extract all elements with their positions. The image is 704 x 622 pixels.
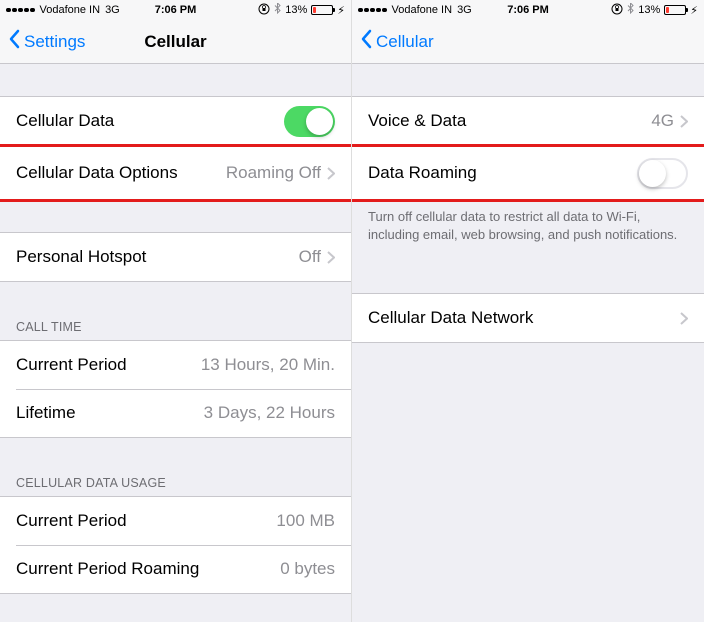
navigation-bar: Settings Cellular xyxy=(0,20,351,64)
usage-period-label: Current Period xyxy=(16,511,276,531)
navigation-bar: Cellular xyxy=(352,20,704,64)
signal-dots-icon xyxy=(6,8,35,13)
voice-data-row[interactable]: Voice & Data 4G xyxy=(352,97,704,145)
back-label: Settings xyxy=(24,32,85,52)
charging-icon: ⚡︎ xyxy=(690,4,698,17)
roaming-footer-text: Turn off cellular data to restrict all d… xyxy=(352,200,704,243)
screen-cellular: Vodafone IN 3G 7:06 PM 13% ⚡︎ Settings C… xyxy=(0,0,352,622)
personal-hotspot-value: Off xyxy=(299,247,321,267)
battery-pct-label: 13% xyxy=(638,4,660,16)
bluetooth-icon xyxy=(274,3,281,17)
chevron-left-icon xyxy=(360,29,372,54)
clock-label: 7:06 PM xyxy=(155,4,197,16)
carrier-label: Vodafone IN xyxy=(392,4,453,16)
lifetime-row: Lifetime 3 Days, 22 Hours xyxy=(0,389,351,437)
cellular-data-options-label: Cellular Data Options xyxy=(16,163,226,183)
chevron-right-icon xyxy=(327,251,335,264)
cellular-data-toggle[interactable] xyxy=(284,106,335,137)
data-usage-header: CELLULAR DATA USAGE xyxy=(0,470,351,496)
signal-dots-icon xyxy=(358,8,387,13)
carrier-label: Vodafone IN xyxy=(40,4,101,16)
bluetooth-icon xyxy=(627,3,634,17)
voice-data-value: 4G xyxy=(651,111,674,131)
highlight-box: Data Roaming xyxy=(352,146,704,200)
usage-period-value: 100 MB xyxy=(276,511,335,531)
status-bar: Vodafone IN 3G 7:06 PM 13% ⚡︎ xyxy=(0,0,351,20)
lifetime-value: 3 Days, 22 Hours xyxy=(204,403,335,423)
usage-roaming-value: 0 bytes xyxy=(280,559,335,579)
current-period-label: Current Period xyxy=(16,355,201,375)
battery-icon xyxy=(311,5,333,15)
usage-period-row: Current Period 100 MB xyxy=(0,497,351,545)
chevron-right-icon xyxy=(680,312,688,325)
back-label: Cellular xyxy=(376,32,434,52)
page-title: Cellular xyxy=(144,32,206,52)
personal-hotspot-row[interactable]: Personal Hotspot Off xyxy=(0,233,351,281)
cellular-data-row[interactable]: Cellular Data xyxy=(0,97,351,145)
call-time-header: CALL TIME xyxy=(0,314,351,340)
cellular-data-options-row[interactable]: Cellular Data Options Roaming Off xyxy=(0,147,351,199)
screen-cellular-options: Vodafone IN 3G 7:06 PM 13% ⚡︎ Cellular xyxy=(352,0,704,622)
chevron-right-icon xyxy=(680,115,688,128)
chevron-left-icon xyxy=(8,29,20,54)
status-bar: Vodafone IN 3G 7:06 PM 13% ⚡︎ xyxy=(352,0,704,20)
data-roaming-toggle[interactable] xyxy=(637,158,688,189)
network-label: 3G xyxy=(457,4,472,16)
data-roaming-label: Data Roaming xyxy=(368,163,637,183)
cellular-network-label: Cellular Data Network xyxy=(368,308,680,328)
data-roaming-row[interactable]: Data Roaming xyxy=(352,147,704,199)
back-button[interactable]: Cellular xyxy=(360,29,434,54)
clock-label: 7:06 PM xyxy=(507,4,549,16)
usage-roaming-row: Current Period Roaming 0 bytes xyxy=(0,545,351,593)
current-period-row: Current Period 13 Hours, 20 Min. xyxy=(0,341,351,389)
rotation-lock-icon xyxy=(611,3,623,18)
battery-icon xyxy=(664,5,686,15)
network-label: 3G xyxy=(105,4,120,16)
lifetime-label: Lifetime xyxy=(16,403,204,423)
voice-data-label: Voice & Data xyxy=(368,111,651,131)
cellular-data-options-value: Roaming Off xyxy=(226,163,321,183)
current-period-value: 13 Hours, 20 Min. xyxy=(201,355,335,375)
charging-icon: ⚡︎ xyxy=(337,4,345,17)
cellular-data-label: Cellular Data xyxy=(16,111,284,131)
usage-roaming-label: Current Period Roaming xyxy=(16,559,280,579)
back-button[interactable]: Settings xyxy=(8,29,85,54)
chevron-right-icon xyxy=(327,167,335,180)
battery-pct-label: 13% xyxy=(285,4,307,16)
highlight-box: Cellular Data Options Roaming Off xyxy=(0,146,351,200)
rotation-lock-icon xyxy=(258,3,270,18)
personal-hotspot-label: Personal Hotspot xyxy=(16,247,299,267)
cellular-network-row[interactable]: Cellular Data Network xyxy=(352,294,704,342)
